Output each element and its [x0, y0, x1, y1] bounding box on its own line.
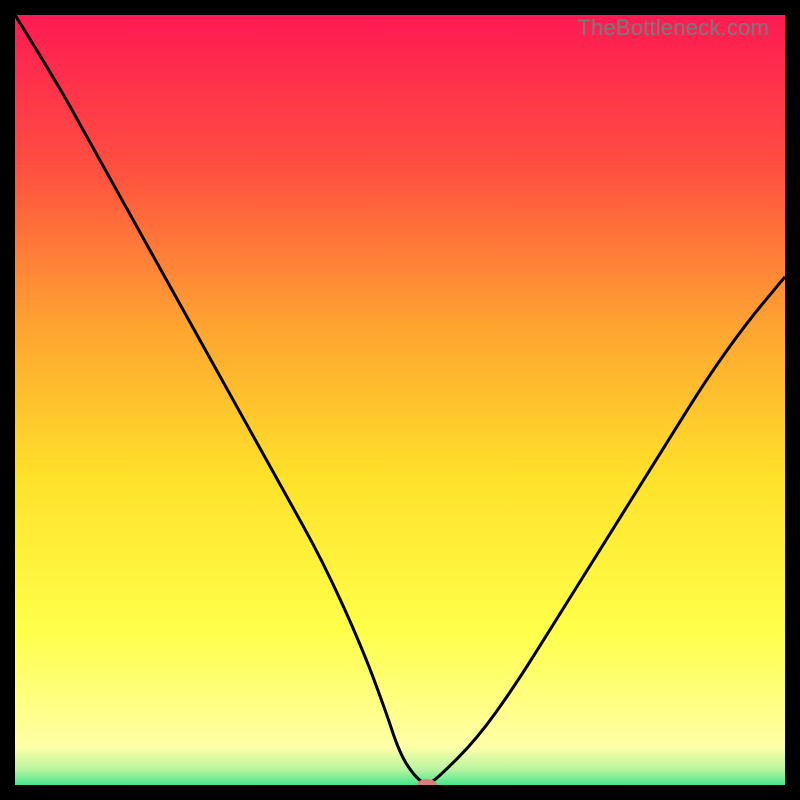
- watermark-text: TheBottleneck.com: [577, 15, 769, 41]
- chart-frame: TheBottleneck.com: [15, 15, 785, 785]
- bottleneck-chart: [15, 15, 785, 785]
- chart-background: [15, 15, 785, 785]
